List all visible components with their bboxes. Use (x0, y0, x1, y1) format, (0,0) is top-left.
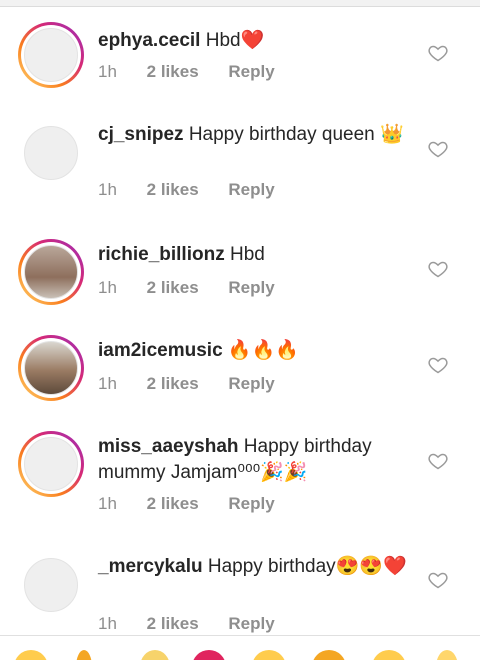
comment-time: 1h (98, 62, 117, 81)
avatar-image (24, 558, 78, 612)
avatar[interactable] (18, 552, 84, 618)
heart-outline-icon[interactable] (428, 451, 448, 471)
avatar-image (24, 341, 78, 395)
avatar[interactable] (18, 120, 84, 186)
avatar[interactable] (18, 335, 84, 401)
comment-username[interactable]: ephya.cecil (98, 30, 200, 51)
heart-outline-icon[interactable] (428, 139, 448, 159)
likes-count[interactable]: 2 likes (147, 374, 199, 394)
likes-count[interactable]: 2 likes (147, 494, 199, 514)
comment-username[interactable]: _mercykalu (98, 556, 203, 577)
comment-text: 🔥🔥🔥 (227, 340, 299, 361)
reply-button[interactable]: Reply (228, 614, 274, 634)
reply-button[interactable]: Reply (228, 180, 274, 200)
comment-text: Happy birthday queen 👑 (188, 124, 404, 145)
likes-count[interactable]: 2 likes (147, 278, 199, 298)
avatar-image (24, 437, 78, 491)
top-divider (0, 0, 480, 7)
avatar-image (24, 245, 78, 299)
avatar-image (24, 126, 78, 180)
quick-emoji-bar (0, 635, 480, 660)
avatar-image (24, 28, 78, 82)
comment-text: Hbd (229, 244, 265, 265)
comment-username[interactable]: iam2icemusic (98, 340, 223, 361)
comment-time: 1h (98, 614, 117, 633)
likes-count[interactable]: 2 likes (147, 614, 199, 634)
likes-count[interactable]: 2 likes (147, 180, 199, 200)
comment-username[interactable]: richie_billionz (98, 244, 225, 265)
avatar[interactable] (18, 239, 84, 305)
likes-count[interactable]: 2 likes (147, 62, 199, 82)
comment-time: 1h (98, 278, 117, 297)
comment-text: Hbd❤️ (205, 30, 265, 51)
reply-button[interactable]: Reply (228, 62, 274, 82)
heart-outline-icon[interactable] (428, 43, 448, 63)
avatar[interactable] (18, 22, 84, 88)
comment-time: 1h (98, 180, 117, 199)
comment-username[interactable]: cj_snipez (98, 124, 184, 145)
heart-outline-icon[interactable] (428, 259, 448, 279)
comment-time: 1h (98, 494, 117, 513)
comment-username[interactable]: miss_aaeyshah (98, 436, 239, 457)
avatar[interactable] (18, 431, 84, 497)
comment-time: 1h (98, 374, 117, 393)
reply-button[interactable]: Reply (228, 494, 274, 514)
reply-button[interactable]: Reply (228, 278, 274, 298)
comment-text: Happy birthday😍😍❤️ (207, 556, 407, 577)
heart-outline-icon[interactable] (428, 570, 448, 590)
heart-outline-icon[interactable] (428, 355, 448, 375)
reply-button[interactable]: Reply (228, 374, 274, 394)
